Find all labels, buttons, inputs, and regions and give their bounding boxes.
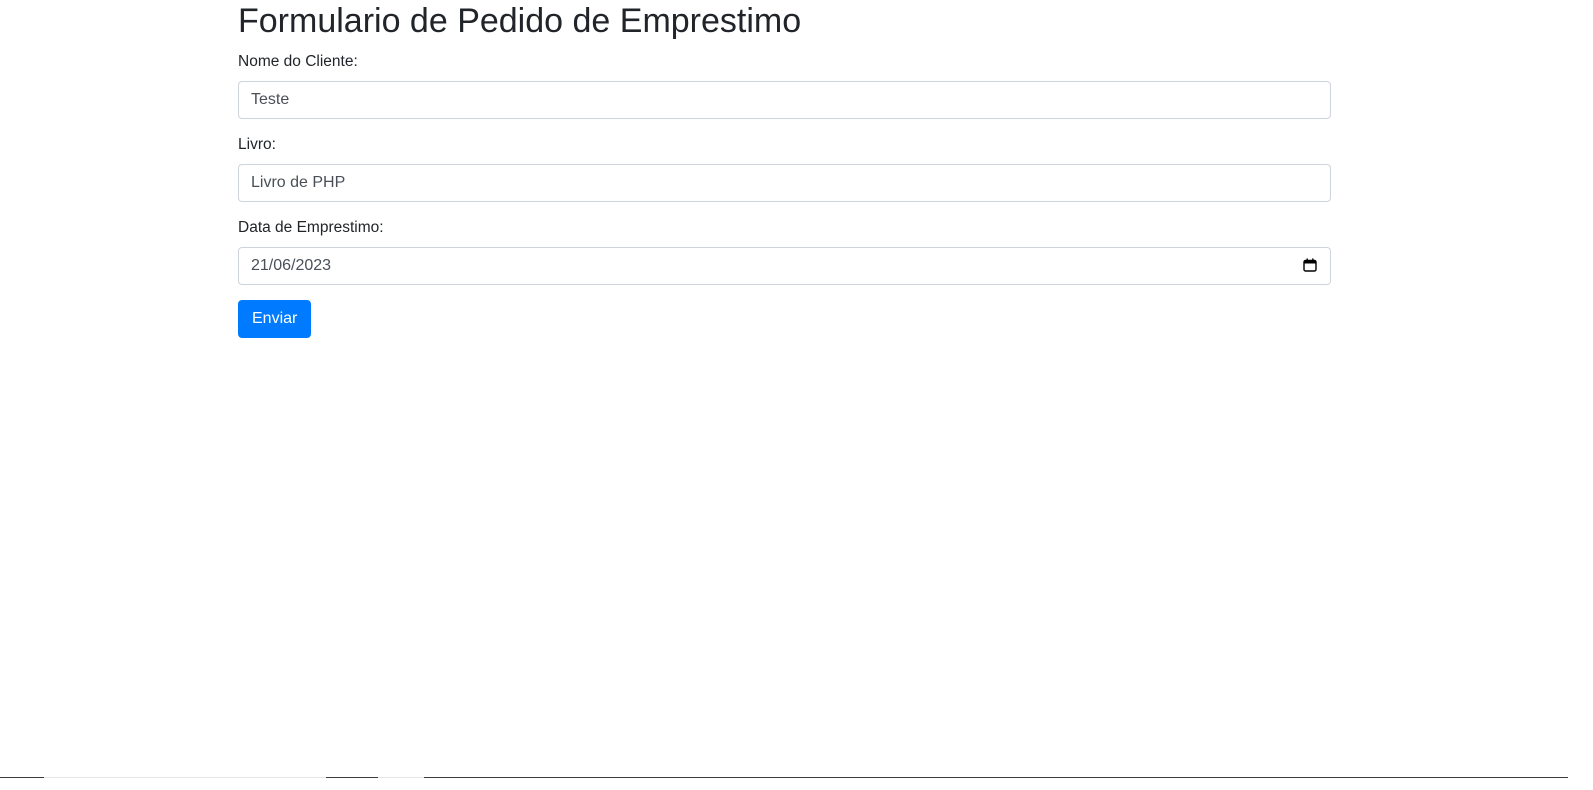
loan-date-group: Data de Emprestimo: [238,218,1331,285]
loan-date-label: Data de Emprestimo: [238,219,384,236]
book-input[interactable] [238,164,1331,202]
page: Formulario de Pedido de Emprestimo Nome … [0,0,1593,790]
client-name-label: Nome do Cliente: [238,53,358,70]
book-label: Livro: [238,136,276,153]
page-title: Formulario de Pedido de Emprestimo [238,2,802,40]
book-group: Livro: [238,135,1331,202]
client-name-input[interactable] [238,81,1331,119]
loan-request-form: Formulario de Pedido de Emprestimo Nome … [238,0,1331,338]
loan-date-wrapper [238,247,1331,285]
bottom-strip [0,778,1593,790]
loan-date-input[interactable] [238,247,1331,285]
client-name-group: Nome do Cliente: [238,52,1331,119]
submit-button[interactable]: Enviar [238,300,312,338]
calendar-icon[interactable] [1303,258,1317,272]
